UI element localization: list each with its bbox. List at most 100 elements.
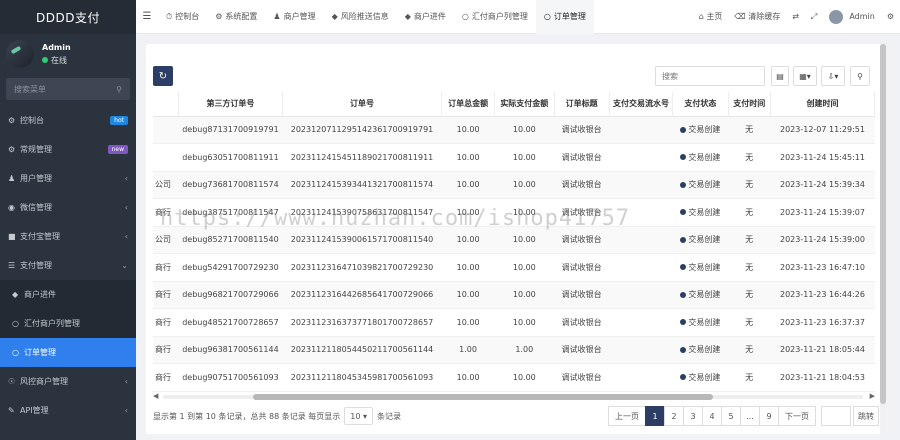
table-cell: 2023112415451189021700811911 (282, 143, 442, 172)
table-cell: 无 (728, 116, 771, 144)
language-icon[interactable]: ⇄ (786, 12, 805, 21)
table-row[interactable]: 商行 debug48521700728657 2023112316373771801… (153, 308, 875, 337)
col-header[interactable]: 订单总金额 (441, 92, 496, 117)
home-link[interactable]: ⌂ 主页 (693, 11, 729, 22)
scrollbar-thumb[interactable] (880, 44, 886, 404)
sidebar-item-api[interactable]: ✎ API管理 ‹ (0, 396, 136, 425)
sidebar-item-dashboard[interactable]: ⚙ 控制台 hot (0, 106, 136, 135)
grid-icon: ▦▾ (799, 71, 811, 81)
sidebar-item-label: 商户进件 (24, 290, 56, 299)
col-header[interactable]: 实际支付金额 (494, 92, 555, 117)
sidebar-item-general[interactable]: ⚙ 常规管理 new (0, 135, 136, 164)
menu-toggle-icon[interactable]: ☰ (136, 11, 158, 22)
scrollbar-thumb[interactable] (253, 394, 713, 400)
table-cell: 10.00 (441, 253, 495, 282)
sidebar-item-risk-merchants[interactable]: ☉ 风控商户管理 ‹ (0, 367, 136, 396)
col-header[interactable] (153, 92, 179, 117)
sidebar-item-orders[interactable]: ○ 订单管理 (0, 338, 136, 367)
tab-merchant-onboarding[interactable]: ◆ 商户进件 (397, 0, 454, 34)
col-header[interactable]: 支付时间 (728, 92, 771, 117)
col-header[interactable]: 创建时间 (770, 92, 875, 117)
tab-orders[interactable]: ○ 订单管理 (535, 0, 594, 34)
sidebar-item-alipay[interactable]: ■ 支付宝管理 ‹ (0, 222, 136, 251)
horizontal-scrollbar[interactable]: ◀ ▶ (153, 392, 875, 400)
col-header[interactable]: 支付状态 (672, 92, 729, 117)
table-row[interactable]: 公司 debug85271700811540 2023112415390061571… (153, 226, 875, 254)
sidebar-item-wechat[interactable]: ◉ 微信管理 ‹ (0, 193, 136, 222)
table-cell: debug96821700729066 (178, 281, 283, 309)
status-dot-icon (680, 346, 687, 353)
advanced-search-button[interactable]: ⚲ (850, 66, 870, 86)
export-button[interactable]: ⇩▾ (821, 66, 845, 86)
user-menu[interactable]: Admin (823, 9, 881, 24)
fullscreen-icon[interactable]: ⤢ (805, 12, 823, 22)
table-search-input[interactable] (655, 66, 765, 86)
table-row[interactable]: debug87131700919791 202312071129514236170… (153, 116, 875, 144)
jump-button[interactable]: 跳转 (853, 406, 879, 426)
status-label: 交易创建 (688, 345, 721, 355)
page-button[interactable]: 9 (759, 406, 779, 426)
page-button[interactable]: 2 (664, 406, 684, 426)
tab-system-config[interactable]: ⚙ 系统配置 (207, 0, 265, 34)
orders-table-container: 第三方订单号 订单号 订单总金额 实际支付金额 订单标题 支付交易流水号 支付状… (153, 92, 875, 392)
sidebar-item-label: 支付宝管理 (20, 232, 60, 241)
page-button[interactable]: 4 (702, 406, 722, 426)
hot-badge: hot (110, 116, 128, 125)
table-cell: 10.00 (441, 143, 495, 172)
table-cell: 交易创建 (672, 143, 729, 172)
table-cell: 无 (728, 363, 771, 392)
table-cell: 调试收银台 (554, 363, 610, 392)
table-cell: debug96381700561144 (178, 336, 283, 364)
admin-label: Admin (849, 12, 875, 21)
col-header[interactable]: 订单标题 (554, 92, 610, 117)
table-header-row: 第三方订单号 订单号 订单总金额 实际支付金额 订单标题 支付交易流水号 支付状… (153, 92, 875, 117)
tab-huifu-merchants[interactable]: ○ 汇付商户列管理 (454, 0, 536, 34)
vertical-scrollbar[interactable] (880, 44, 886, 434)
sidebar-item-payment[interactable]: ☰ 支付管理 ⌄ (0, 251, 136, 280)
page-size-select[interactable]: 10 ▾ (344, 407, 373, 425)
brand-logo[interactable]: DDDD支付 (0, 0, 136, 34)
refresh-button[interactable]: ↻ (153, 66, 173, 86)
tab-dashboard[interactable]: ⏱ 控制台 (158, 0, 207, 34)
prev-page-button[interactable]: 上一页 (608, 406, 646, 426)
export-icon: ⇩▾ (827, 71, 839, 81)
trash-icon: ⌫ (734, 12, 746, 21)
chevron-left-icon: ‹ (124, 203, 128, 212)
table-row[interactable]: 公司 debug73681700811574 2023112415393441321… (153, 171, 875, 199)
toggle-view-button[interactable]: ▤ (771, 66, 789, 86)
settings-gear-icon[interactable]: ⚙ (881, 12, 900, 21)
col-header[interactable]: 订单号 (282, 92, 443, 117)
tab-risk-push[interactable]: ◆ 风险推送信息 (324, 0, 397, 34)
table-row[interactable]: 商行 debug38751700811547 2023112415390758631… (153, 198, 875, 227)
table-row[interactable]: debug63051700811911 202311241545118902170… (153, 143, 875, 172)
table-row[interactable]: 商行 debug96821700729066 2023112316442685641… (153, 281, 875, 309)
page-button[interactable]: 5 (721, 406, 741, 426)
sidebar-item-merchant-onboarding[interactable]: ◆ 商户进件 (0, 280, 136, 309)
columns-button[interactable]: ▦▾ (793, 66, 817, 86)
col-header[interactable]: 支付交易流水号 (609, 92, 674, 117)
table-cell: 10.00 (494, 226, 555, 254)
search-icon[interactable]: ⚲ (116, 85, 122, 94)
table-cell: 调试收银台 (554, 116, 610, 144)
table-cell (609, 336, 673, 364)
table-cell: 交易创建 (672, 363, 729, 392)
chevron-left-icon: ‹ (124, 406, 128, 415)
table-row[interactable]: 商行 debug54291700729230 2023112316471039821… (153, 253, 875, 282)
menu-search-input[interactable]: 搜索菜单 ⚲ (6, 78, 130, 100)
clear-cache-button[interactable]: ⌫ 清除缓存 (728, 11, 786, 22)
scroll-left-icon[interactable]: ◀ (153, 392, 158, 400)
page-button[interactable]: 3 (683, 406, 703, 426)
table-row[interactable]: 商行 debug90751700561093 2023112118045345981… (153, 363, 875, 392)
scroll-right-icon[interactable]: ▶ (870, 392, 875, 400)
jump-page-input[interactable] (821, 406, 851, 426)
page-button[interactable]: 1 (645, 406, 665, 426)
next-page-button[interactable]: 下一页 (778, 406, 816, 426)
tab-merchant-management[interactable]: ♟ 商户管理 (265, 0, 323, 34)
table-cell: 无 (728, 308, 771, 337)
table-cell: 调试收银台 (554, 143, 610, 172)
table-footer: 显示第 1 到第 10 条记录，总共 88 条记录 每页显示 10 ▾ 条记录 … (153, 406, 879, 426)
sidebar-item-users[interactable]: ♟ 用户管理 ‹ (0, 164, 136, 193)
col-header[interactable]: 第三方订单号 (178, 92, 283, 117)
table-row[interactable]: 商行 debug96381700561144 2023112118054450211… (153, 336, 875, 364)
sidebar-item-huifu-merchants[interactable]: ○ 汇付商户列管理 (0, 309, 136, 338)
